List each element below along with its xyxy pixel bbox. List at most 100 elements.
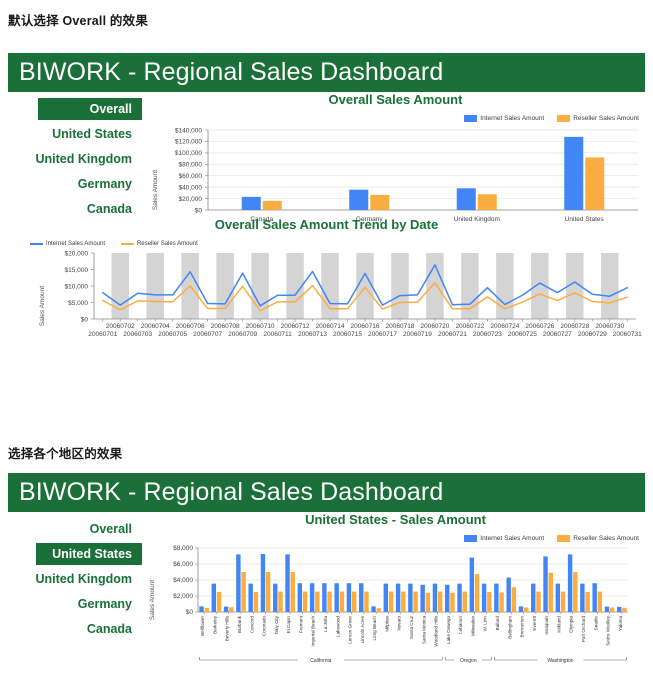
legend-swatch-reseller	[557, 115, 571, 122]
svg-text:Beverly Hills: Beverly Hills	[225, 615, 230, 641]
svg-text:20060726: 20060726	[525, 323, 554, 330]
legend-label-reseller-trend: Reseller Sales Amount	[137, 241, 198, 247]
svg-text:$5,000: $5,000	[68, 300, 88, 307]
svg-text:20060704: 20060704	[141, 323, 170, 330]
us-sales-bar-chart: United States - Sales Amount Internet Sa…	[146, 512, 645, 678]
svg-text:$20,000: $20,000	[179, 196, 203, 203]
svg-text:20060710: 20060710	[246, 323, 275, 330]
sidebar-item-overall-2[interactable]: Overall	[8, 518, 142, 540]
svg-text:$8,000: $8,000	[173, 545, 193, 552]
sidebar-item-canada-2[interactable]: Canada	[8, 618, 142, 640]
svg-text:$6,000: $6,000	[173, 561, 193, 568]
chart2-canvas: $0$5,000$10,000$15,000$20,00020060701200…	[39, 250, 642, 338]
chart-title-us-sales: United States - Sales Amount	[305, 512, 486, 527]
sidebar-item-united-states-2[interactable]: United States	[36, 543, 142, 565]
region-nav-2: Overall United States United Kingdom Ger…	[8, 512, 142, 643]
dashboard-body-2: Overall United States United Kingdom Ger…	[8, 512, 645, 691]
legend-entry-internet: Internet Sales Amount	[464, 115, 544, 122]
legend-label-internet-us: Internet Sales Amount	[480, 535, 545, 542]
svg-text:Washington: Washington	[547, 658, 573, 664]
svg-text:20060724: 20060724	[490, 323, 519, 330]
page-root: 默认选择 Overall 的效果 BIWORK - Regional Sales…	[0, 0, 653, 695]
sidebar-item-germany-2[interactable]: Germany	[8, 593, 142, 615]
svg-text:Lincoln Acres: Lincoln Acres	[360, 615, 365, 643]
svg-text:20060702: 20060702	[106, 323, 135, 330]
dashboard-overall: BIWORK - Regional Sales Dashboard Overal…	[8, 53, 645, 421]
svg-text:Sales Amount: Sales Amount	[149, 580, 156, 620]
svg-text:20060715: 20060715	[333, 331, 362, 338]
chart3-canvas: $0 $2,000 $4,000 $6,000 $8,000 Bellflower Berk…	[149, 545, 628, 664]
svg-text:20060723: 20060723	[473, 331, 502, 338]
svg-text:Sales Amount: Sales Amount	[152, 170, 159, 210]
chart-legend-overall: Internet Sales Amount Reseller Sales Amo…	[146, 115, 645, 122]
dashboard-header: BIWORK - Regional Sales Dashboard	[8, 53, 645, 92]
legend-label-reseller: Reseller Sales Amount	[573, 115, 639, 122]
sidebar-item-overall[interactable]: Overall	[38, 98, 142, 120]
svg-text:20060714: 20060714	[316, 323, 345, 330]
legend-swatch-reseller-us	[557, 535, 571, 542]
svg-text:Lake Oswego: Lake Oswego	[446, 616, 451, 645]
sidebar-item-united-kingdom[interactable]: United Kingdom	[8, 148, 142, 170]
svg-text:20060716: 20060716	[351, 323, 380, 330]
svg-text:Imperial Beach: Imperial Beach	[311, 616, 316, 647]
svg-text:20060719: 20060719	[403, 331, 432, 338]
svg-text:20060722: 20060722	[455, 323, 484, 330]
sales-trend-line-chart: Overall Sales Amount Trend by Date Inter…	[8, 217, 645, 354]
legend-entry-reseller: Reseller Sales Amount	[557, 115, 639, 122]
svg-text:Berkeley: Berkeley	[212, 615, 217, 634]
svg-text:$140,000: $140,000	[175, 127, 202, 134]
legend-label-internet-trend: Internet Sales Amount	[46, 241, 106, 247]
svg-text:Everett: Everett	[532, 615, 537, 630]
svg-text:20060709: 20060709	[228, 331, 257, 338]
svg-text:20060731: 20060731	[613, 331, 642, 338]
svg-text:Burbank: Burbank	[237, 615, 242, 633]
svg-text:Santa Cruz: Santa Cruz	[409, 615, 414, 639]
sidebar-item-united-kingdom-2[interactable]: United Kingdom	[8, 568, 142, 590]
dashboard-header-2: BIWORK - Regional Sales Dashboard	[8, 473, 645, 512]
dashboard-title-2: BIWORK - Regional Sales Dashboard	[19, 478, 444, 506]
svg-text:Port Orchard: Port Orchard	[581, 616, 586, 643]
region-nav: Overall United States United Kingdom Ger…	[8, 92, 142, 223]
legend-entry-reseller-us: Reseller Sales Amount	[557, 535, 639, 542]
svg-text:Ballard: Ballard	[495, 616, 500, 631]
svg-text:20060727: 20060727	[543, 331, 572, 338]
svg-text:$2,000: $2,000	[173, 593, 193, 600]
svg-text:$100,000: $100,000	[175, 150, 202, 157]
svg-text:W. Linn: W. Linn	[483, 616, 488, 632]
svg-text:20060701: 20060701	[88, 331, 117, 338]
legend-entry-reseller-trend: Reseller Sales Amount	[121, 241, 198, 247]
svg-text:Daly City: Daly City	[274, 615, 279, 634]
svg-text:20060711: 20060711	[263, 331, 292, 338]
svg-text:$80,000: $80,000	[179, 162, 203, 169]
svg-text:Lakewood: Lakewood	[335, 616, 340, 637]
svg-text:Santa Monica: Santa Monica	[421, 616, 426, 645]
dashboard-body: Overall United States United Kingdom Ger…	[8, 92, 645, 421]
svg-text:Sales Amount: Sales Amount	[39, 286, 46, 326]
legend-entry-internet-trend: Internet Sales Amount	[30, 241, 105, 247]
svg-text:20060728: 20060728	[560, 323, 589, 330]
svg-text:Seattle: Seattle	[593, 616, 598, 631]
svg-text:$0: $0	[81, 316, 89, 323]
svg-text:20060713: 20060713	[298, 331, 327, 338]
svg-text:$0: $0	[186, 609, 194, 616]
svg-text:California: California	[310, 658, 331, 664]
svg-text:20060725: 20060725	[508, 331, 537, 338]
svg-text:20060707: 20060707	[193, 331, 222, 338]
svg-text:Lemon Grove: Lemon Grove	[348, 616, 353, 644]
svg-text:20060729: 20060729	[578, 331, 607, 338]
svg-text:Kirkland: Kirkland	[556, 616, 561, 633]
overall-sales-bar-chart: Overall Sales Amount Internet Sales Amou…	[146, 92, 645, 232]
chart1-canvas: $0 $20,000 $40,000 $60,000 $80,000 $100,000 $1…	[152, 127, 638, 223]
sidebar-item-united-states[interactable]: United States	[8, 123, 142, 145]
sidebar-item-germany[interactable]: Germany	[8, 173, 142, 195]
svg-text:20060730: 20060730	[595, 323, 624, 330]
svg-text:$40,000: $40,000	[179, 184, 203, 191]
svg-text:20060721: 20060721	[438, 331, 467, 338]
section-caption-regions: 选择各个地区的效果	[8, 447, 123, 461]
legend-entry-internet-us: Internet Sales Amount	[464, 535, 544, 542]
svg-text:Milpitas: Milpitas	[384, 615, 389, 631]
dashboard-title: BIWORK - Regional Sales Dashboard	[19, 58, 444, 86]
legend-label-internet: Internet Sales Amount	[480, 115, 545, 122]
svg-text:Issaquah: Issaquah	[544, 616, 549, 635]
svg-text:20060712: 20060712	[281, 323, 310, 330]
